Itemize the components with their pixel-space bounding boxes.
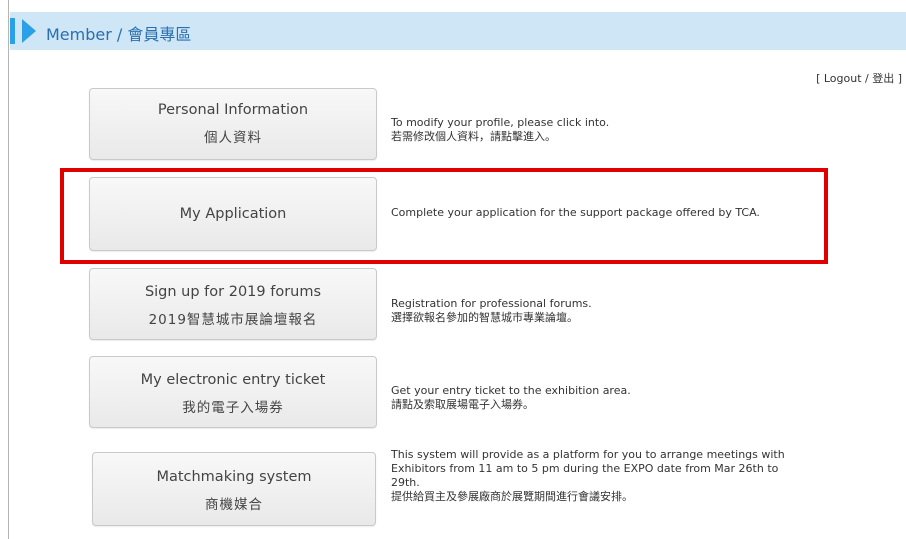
description-line: To modify your profile, please click int… [391,116,610,129]
button-label-en: Personal Information [157,102,309,118]
sign-up-forums-description: Registration for professional forums. 選擇… [391,297,592,325]
description-line: This system will provide as a platform f… [391,448,785,461]
highlight-box [60,168,828,264]
electronic-entry-ticket-description: Get your entry ticket to the exhibition … [391,384,631,412]
description-line: 選擇欲報名參加的智慧城市專業論壇。 [391,311,578,324]
button-label-zh: 個人資料 [204,130,262,146]
button-label-en: Matchmaking system [156,469,312,485]
header-accent-bar [10,18,15,44]
page-header: Member / 會員專區 [10,12,906,50]
description-line: Get your entry ticket to the exhibition … [391,384,631,397]
button-label-zh: 我的電子入場券 [182,400,284,416]
header-arrow-icon [22,19,36,43]
logout-link[interactable]: [ Logout / 登出 ] [816,70,902,86]
description-line: Registration for professional forums. [391,297,592,310]
button-label-zh: 商機媒合 [205,497,263,513]
sign-up-forums-button[interactable]: Sign up for 2019 forums 2019智慧城市展論壇報名 [89,268,377,340]
button-label-zh: 2019智慧城市展論壇報名 [148,312,318,328]
matchmaking-system-button[interactable]: Matchmaking system 商機媒合 [92,452,376,526]
matchmaking-system-description: This system will provide as a platform f… [391,448,785,504]
button-label-en: My electronic entry ticket [140,372,326,388]
page-title: Member / 會員專區 [46,25,192,44]
description-line: 提供給買主及參展廠商於展覽期間進行會議安排。 [391,490,633,503]
personal-information-button[interactable]: Personal Information 個人資料 [89,88,377,160]
description-line: Exhibitors from 11 am to 5 pm during the… [391,462,779,475]
description-line: 若需修改個人資料，請點擊進入。 [391,130,556,143]
description-line: 29th. [391,476,420,489]
button-label-en: Sign up for 2019 forums [144,284,322,300]
description-line: 請點及索取展場電子入場券。 [391,398,534,411]
left-border [8,0,9,539]
personal-information-description: To modify your profile, please click int… [391,116,609,144]
electronic-entry-ticket-button[interactable]: My electronic entry ticket 我的電子入場券 [89,356,377,428]
